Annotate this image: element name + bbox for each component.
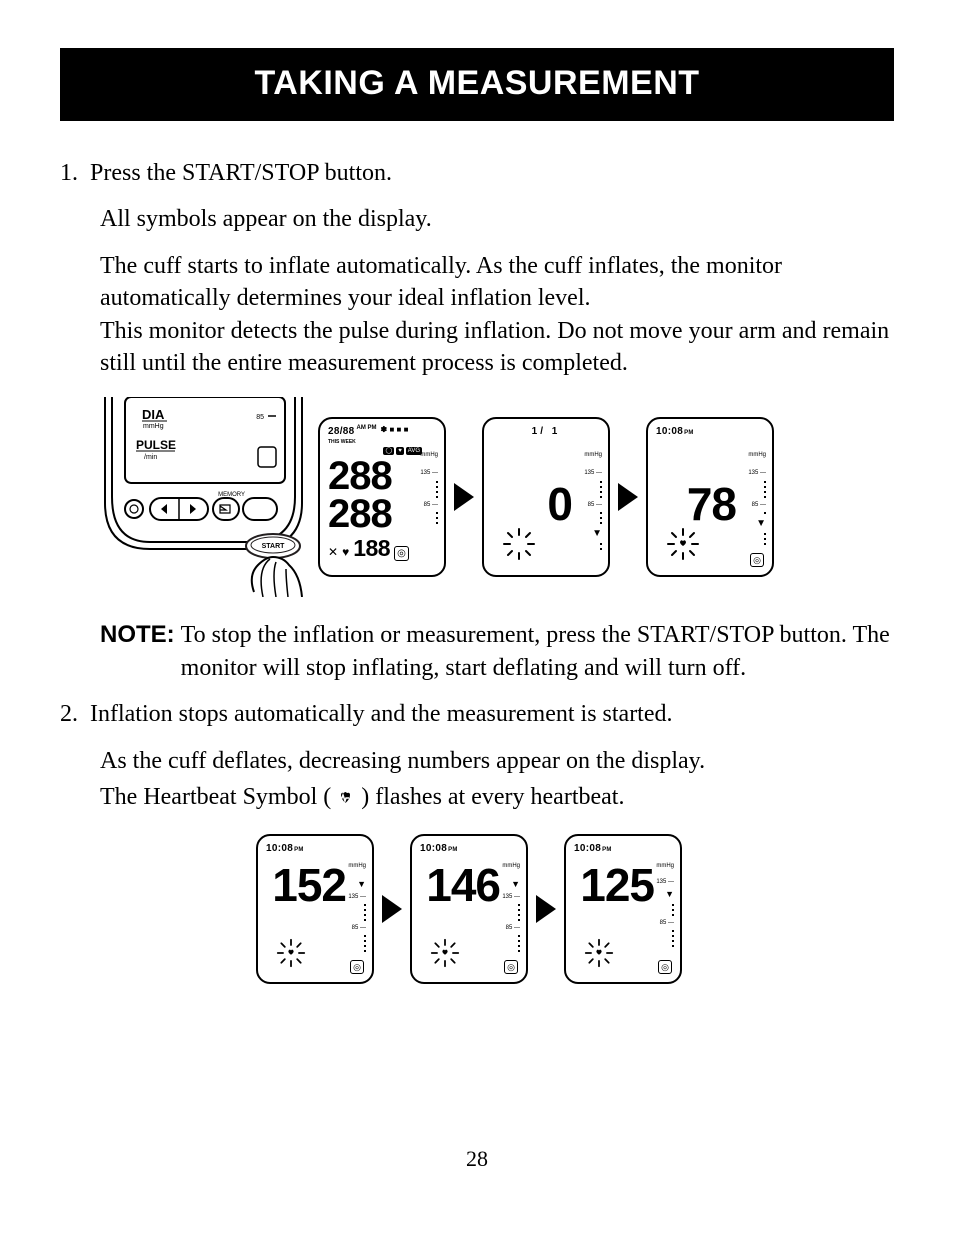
time-label: 10:08: [420, 842, 447, 856]
screen-152: 10:08 PM 152 ◎ mmHg ▼ 135 — 85 —: [256, 834, 374, 984]
heartbeat-icon: [502, 527, 536, 561]
pm-label: PM: [294, 846, 304, 854]
reading-value: 78: [656, 481, 736, 527]
thisweek-label: THIS WEEK: [328, 439, 436, 446]
svg-text:MEMORY: MEMORY: [218, 492, 245, 498]
ok-icon: ◎: [394, 546, 409, 562]
step-heading: Press the START/STOP button.: [90, 160, 392, 186]
screen-78: 10:08 PM 78 ◎ mmHg 135 — 85 — ▼: [646, 417, 774, 577]
step1-para1: All symbols appear on the display.: [100, 203, 894, 235]
arrow-icon: [454, 483, 474, 511]
dia-label: DIA: [142, 407, 165, 422]
step-2: 2. Inflation stops automatically and the…: [60, 698, 894, 816]
reading-value: 0: [492, 481, 572, 527]
note: NOTE: To stop the inflation or measureme…: [100, 619, 894, 684]
step2-para2: The Heartbeat Symbol ( ) flashes at ever…: [100, 781, 894, 816]
figure-row-2: 10:08 PM 152 ◎ mmHg ▼ 135 — 85 —: [256, 834, 894, 984]
reading-value: 125: [574, 862, 654, 908]
reading-value: 146: [420, 862, 500, 908]
svg-text:85: 85: [256, 414, 264, 421]
permin-label: /min: [144, 454, 157, 461]
step-number: 2.: [60, 698, 84, 730]
note-label: NOTE:: [100, 619, 175, 684]
arrow-icon: [536, 895, 556, 923]
pm-label: PM: [602, 846, 612, 854]
pm-label: PM: [448, 846, 458, 854]
ampm-label: AM PM: [357, 425, 377, 439]
content: 1. Press the START/STOP button. All symb…: [60, 121, 894, 1174]
pulse-label: PULSE: [136, 438, 176, 452]
figure-row-1: DIA mmHg PULSE /min 85 MEMORY: [100, 397, 894, 597]
ok-icon: ◎: [658, 960, 672, 974]
step2-para1: As the cuff deflates, decreasing numbers…: [100, 745, 894, 777]
scale: mmHg ▼ 135 — 85 —: [348, 862, 366, 952]
scale: mmHg ▼ 135 — 85 —: [502, 862, 520, 952]
heartbeat-icon: [430, 938, 460, 968]
device-illustration: DIA mmHg PULSE /min 85 MEMORY: [100, 397, 310, 597]
step1-para3: This monitor detects the pulse during in…: [100, 315, 894, 380]
screen-125: 10:08 PM 125 ◎ mmHg 135 — ▼ 85 —: [564, 834, 682, 984]
section-title: TAKING A MEASUREMENT: [60, 48, 894, 121]
svg-text:START: START: [262, 543, 286, 550]
screen-zero: 1/ 1 0 mmHg 135 — 85 — ▼: [482, 417, 610, 577]
ok-icon: ◎: [504, 960, 518, 974]
arrow-icon: [382, 895, 402, 923]
pulse-value: 188: [353, 533, 390, 564]
heartbeat-icon: [276, 938, 306, 968]
step-1: 1. Press the START/STOP button. All symb…: [60, 157, 894, 379]
step-number: 1.: [60, 157, 84, 189]
page: TAKING A MEASUREMENT 1. Press the START/…: [0, 0, 954, 1214]
scale: mmHg 135 — ▼ 85 —: [656, 862, 674, 947]
ok-icon: ◎: [350, 960, 364, 974]
heart-icon: ♥: [396, 447, 404, 455]
scale-a: mmHg 135 — 85 —: [420, 451, 438, 524]
heartbeat-icon: [584, 938, 614, 968]
screen-b-top: 1/ 1: [492, 425, 600, 439]
screen-a-date: 28/88: [328, 425, 355, 439]
step1-para2: The cuff starts to inflate automatically…: [100, 250, 894, 315]
heartbeat-inline-icon: [337, 784, 355, 816]
screen-146: 10:08 PM 146 ◎ mmHg ▼ 135 — 85 —: [410, 834, 528, 984]
heartbeat-icon: [666, 527, 700, 561]
screen-all-symbols: 28/88 AM PM ✽ ■ ■ ■ THIS WEEK ◯ ♥ AVG 28…: [318, 417, 446, 577]
note-body: To stop the inflation or measurement, pr…: [181, 619, 894, 684]
step-heading: Inflation stops automatically and the me…: [90, 701, 673, 727]
screen-c-time: 10:08: [656, 425, 683, 439]
time-label: 10:08: [266, 842, 293, 856]
mmhg-label: mmHg: [143, 423, 164, 430]
ok-icon: ◎: [750, 553, 764, 567]
arrow-icon: [618, 483, 638, 511]
pm-label: PM: [684, 429, 694, 437]
reading-value: 152: [266, 862, 346, 908]
scale-c: mmHg 135 — 85 — ▼: [748, 451, 766, 546]
page-number: 28: [60, 1144, 894, 1174]
scale-b: mmHg 135 — 85 — ▼: [584, 451, 602, 551]
time-label: 10:08: [574, 842, 601, 856]
